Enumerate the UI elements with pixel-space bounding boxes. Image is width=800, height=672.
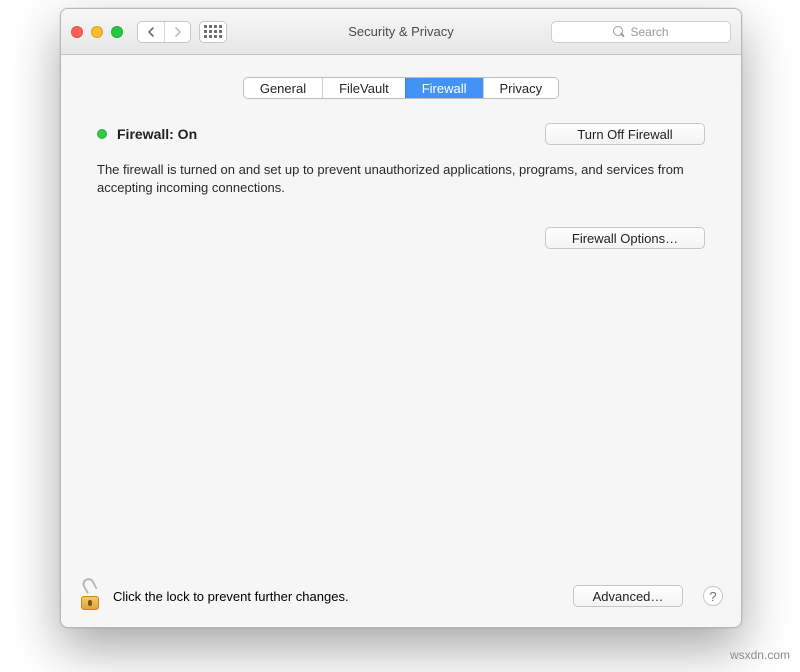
status-dot-icon (97, 129, 107, 139)
tab-firewall[interactable]: Firewall (405, 78, 483, 98)
tab-content: Firewall: On Turn Off Firewall The firew… (61, 99, 741, 565)
search-wrap: Search (551, 21, 731, 43)
chevron-left-icon (147, 27, 155, 37)
firewall-status-row: Firewall: On Turn Off Firewall (97, 123, 705, 145)
window-controls (71, 26, 123, 38)
firewall-options-row: Firewall Options… (97, 227, 705, 249)
lock-icon[interactable] (79, 582, 101, 610)
minimize-icon[interactable] (91, 26, 103, 38)
titlebar: Security & Privacy Search (61, 9, 741, 55)
tab-general[interactable]: General (244, 78, 322, 98)
tabs: General FileVault Firewall Privacy (243, 77, 559, 99)
search-icon (613, 26, 625, 38)
firewall-status-label: Firewall: On (117, 126, 197, 142)
close-icon[interactable] (71, 26, 83, 38)
back-button[interactable] (138, 22, 164, 42)
prefs-window: Security & Privacy Search General FileVa… (60, 8, 742, 628)
turn-off-firewall-button[interactable]: Turn Off Firewall (545, 123, 705, 145)
firewall-description: The firewall is turned on and set up to … (97, 161, 697, 197)
chevron-right-icon (174, 27, 182, 37)
search-input[interactable]: Search (551, 21, 731, 43)
forward-button[interactable] (164, 22, 190, 42)
watermark: wsxdn.com (730, 648, 790, 662)
tabs-row: General FileVault Firewall Privacy (61, 55, 741, 99)
nav-back-forward (137, 21, 191, 43)
show-all-button[interactable] (199, 21, 227, 43)
advanced-button[interactable]: Advanced… (573, 585, 683, 607)
footer: Click the lock to prevent further change… (61, 565, 741, 627)
help-button[interactable]: ? (703, 586, 723, 606)
firewall-options-button[interactable]: Firewall Options… (545, 227, 705, 249)
zoom-icon[interactable] (111, 26, 123, 38)
search-placeholder: Search (630, 25, 668, 39)
grid-icon (204, 25, 222, 38)
lock-hint: Click the lock to prevent further change… (113, 589, 349, 604)
tab-privacy[interactable]: Privacy (483, 78, 559, 98)
tab-filevault[interactable]: FileVault (322, 78, 405, 98)
